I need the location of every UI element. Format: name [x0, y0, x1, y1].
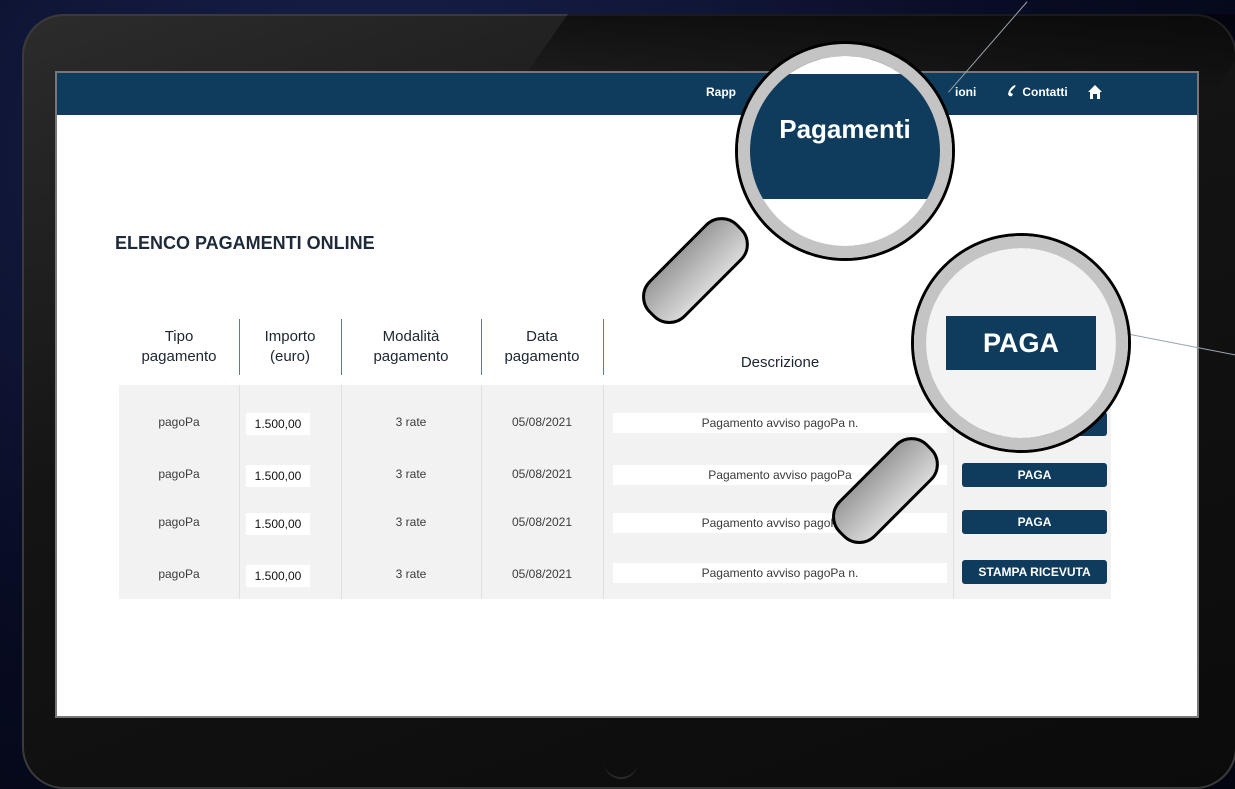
cell-data: 05/08/2021: [511, 515, 573, 529]
column-header-modalita: Modalità pagamento: [341, 319, 482, 375]
nav-item-rapporti[interactable]: Rapp: [706, 85, 736, 99]
cell-importo: 1.500,00: [246, 413, 310, 435]
stampa-ricevuta-button[interactable]: STAMPA RICEVUTA: [962, 560, 1107, 584]
cell-descrizione: Pagamento avviso pagoPa n.: [613, 563, 947, 583]
cell-modalita: 3 rate: [395, 467, 427, 481]
column-divider: [603, 385, 604, 599]
nav-contatti-label: Contatti: [1022, 85, 1068, 99]
zoomed-paga-button: PAGA: [946, 316, 1096, 370]
header-line: (euro): [269, 348, 310, 365]
phone-icon: [1008, 85, 1016, 97]
column-header-data: Data pagamento: [481, 319, 604, 375]
top-navigation-bar: Rapp ioni Contatti: [57, 73, 1197, 115]
magnifier-lens: Pagamenti: [738, 44, 952, 258]
cell-data: 05/08/2021: [511, 415, 573, 429]
cell-modalita: 3 rate: [395, 567, 427, 581]
page-title: ELENCO PAGAMENTI ONLINE: [115, 233, 375, 253]
header-line: Data: [526, 328, 558, 345]
paga-button[interactable]: PAGA: [962, 510, 1107, 534]
header-line: Tipo: [164, 328, 194, 345]
zoomed-nav-pagamenti: Pagamenti: [779, 114, 911, 144]
nav-item-partial[interactable]: ioni: [955, 85, 976, 99]
paga-button[interactable]: PAGA: [962, 463, 1107, 487]
cell-descrizione: Pagamento avviso pagoPa n.: [613, 413, 947, 433]
cell-modalita: 3 rate: [395, 415, 427, 429]
header-line: Descrizione: [740, 354, 820, 371]
home-icon[interactable]: [1087, 84, 1103, 100]
column-header-importo: Importo (euro): [239, 319, 342, 375]
nav-item-contatti[interactable]: Contatti: [1007, 85, 1068, 99]
header-line: pagamento: [373, 348, 449, 365]
cell-importo: 1.500,00: [246, 513, 310, 535]
cell-tipo: pagoPa: [158, 467, 200, 481]
cell-importo: 1.500,00: [246, 465, 310, 487]
column-divider: [239, 385, 240, 599]
cell-modalita: 3 rate: [395, 515, 427, 529]
cell-descrizione: Pagamento avviso pagoPa n.: [613, 513, 947, 533]
header-line: pagamento: [141, 348, 217, 365]
cell-importo: 1.500,00: [246, 565, 310, 587]
header-line: Modalità: [382, 328, 440, 345]
cell-data: 05/08/2021: [511, 567, 573, 581]
cell-data: 05/08/2021: [511, 467, 573, 481]
column-header-tipo: Tipo pagamento: [119, 319, 240, 375]
header-line: Importo: [264, 328, 316, 345]
magnifier-lens: PAGA: [914, 236, 1128, 450]
cell-tipo: pagoPa: [158, 515, 200, 529]
cell-tipo: pagoPa: [158, 567, 200, 581]
column-header-descrizione: Descrizione: [603, 335, 957, 391]
cell-tipo: pagoPa: [158, 415, 200, 429]
header-line: pagamento: [504, 348, 580, 365]
